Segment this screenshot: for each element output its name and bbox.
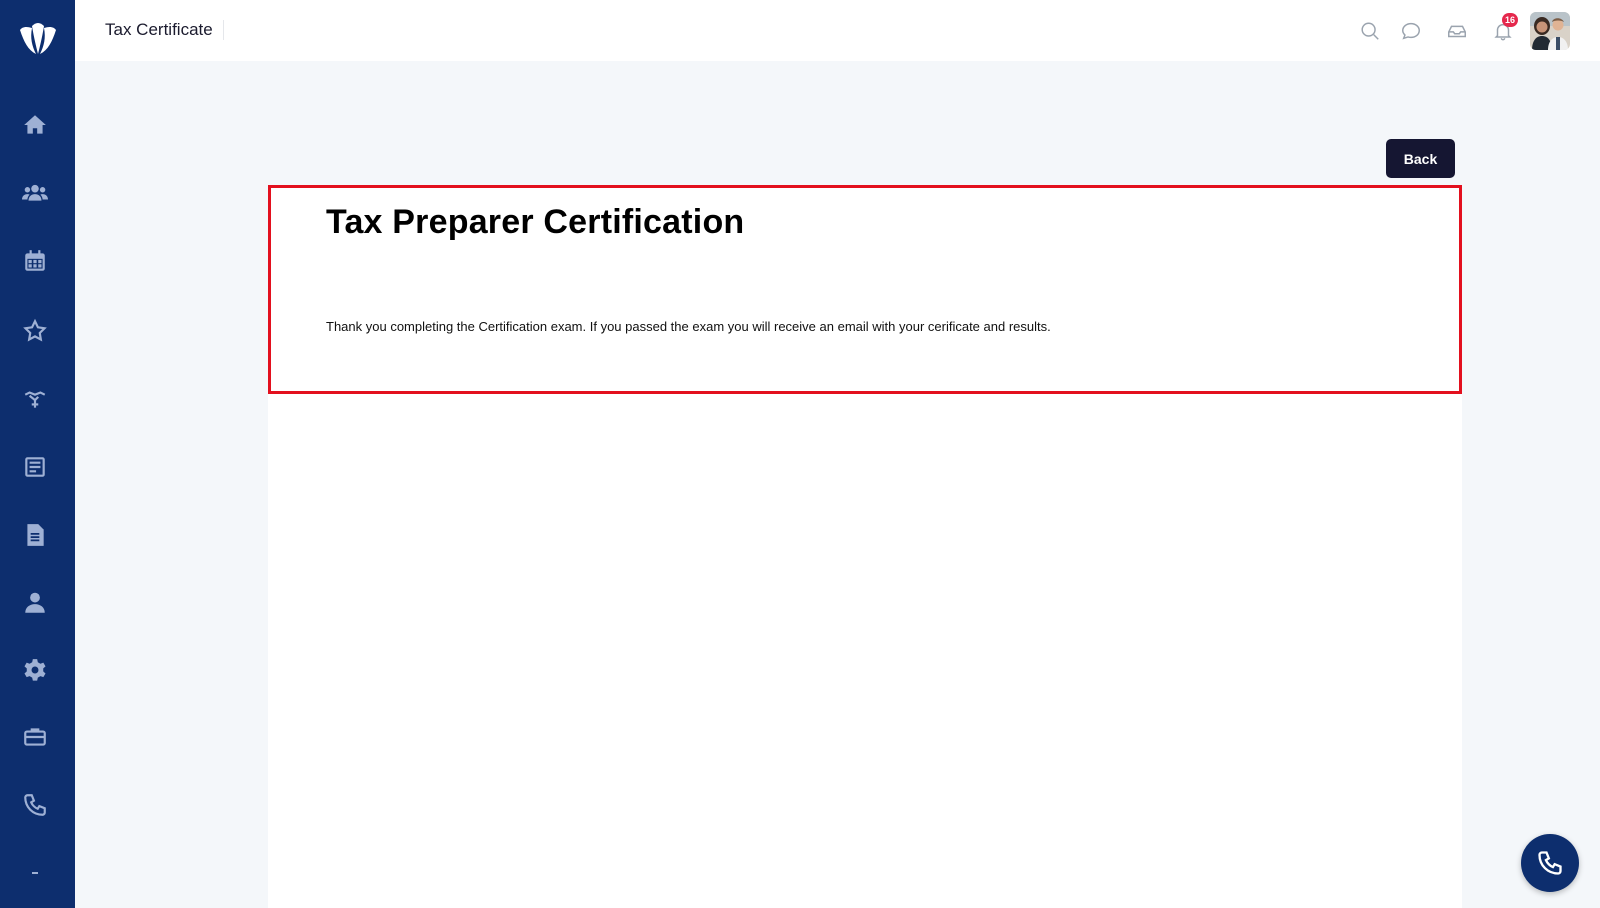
sidebar-item-documents[interactable] xyxy=(20,520,50,550)
sidebar-item-profile[interactable] xyxy=(20,588,50,618)
users-icon xyxy=(22,184,48,201)
inbox-button[interactable] xyxy=(1444,18,1470,44)
inbox-icon xyxy=(1448,25,1466,38)
call-floating-button[interactable] xyxy=(1521,834,1579,892)
briefcase-icon xyxy=(24,728,46,746)
certification-message: Thank you completing the Certification e… xyxy=(326,319,1051,334)
document-icon xyxy=(27,524,44,546)
sidebar-item-partners[interactable] xyxy=(20,384,50,414)
avatar-photo xyxy=(1530,12,1570,50)
phone-icon xyxy=(1538,851,1562,875)
sidebar-scroll-indicator xyxy=(32,872,38,874)
sidebar-item-settings[interactable] xyxy=(20,655,50,685)
user-avatar[interactable] xyxy=(1530,12,1570,50)
sidebar-item-users[interactable] xyxy=(20,178,50,208)
search-icon xyxy=(1361,22,1379,40)
page-title: Tax Certificate xyxy=(105,20,224,40)
handshake-icon xyxy=(24,391,46,408)
messages-button[interactable] xyxy=(1398,18,1424,44)
sidebar xyxy=(0,0,75,908)
sidebar-item-news[interactable] xyxy=(20,452,50,482)
sidebar-item-home[interactable] xyxy=(20,110,50,140)
phone-icon xyxy=(24,794,46,816)
user-icon xyxy=(25,592,45,613)
sidebar-item-calendar[interactable] xyxy=(20,246,50,276)
back-button[interactable]: Back xyxy=(1386,139,1455,178)
calendar-icon xyxy=(25,250,45,271)
notification-count-badge: 16 xyxy=(1502,13,1519,27)
chat-bubble-icon xyxy=(1402,22,1420,40)
sidebar-item-favorites[interactable] xyxy=(20,316,50,346)
gear-icon xyxy=(24,659,46,681)
certification-title: Tax Preparer Certification xyxy=(326,203,745,241)
home-icon xyxy=(24,115,46,134)
newspaper-icon xyxy=(25,457,45,477)
sidebar-item-jobs[interactable] xyxy=(20,722,50,752)
brand-logo[interactable] xyxy=(14,16,62,58)
search-button[interactable] xyxy=(1357,18,1383,44)
sidebar-item-calls[interactable] xyxy=(20,790,50,820)
star-icon xyxy=(23,318,47,342)
